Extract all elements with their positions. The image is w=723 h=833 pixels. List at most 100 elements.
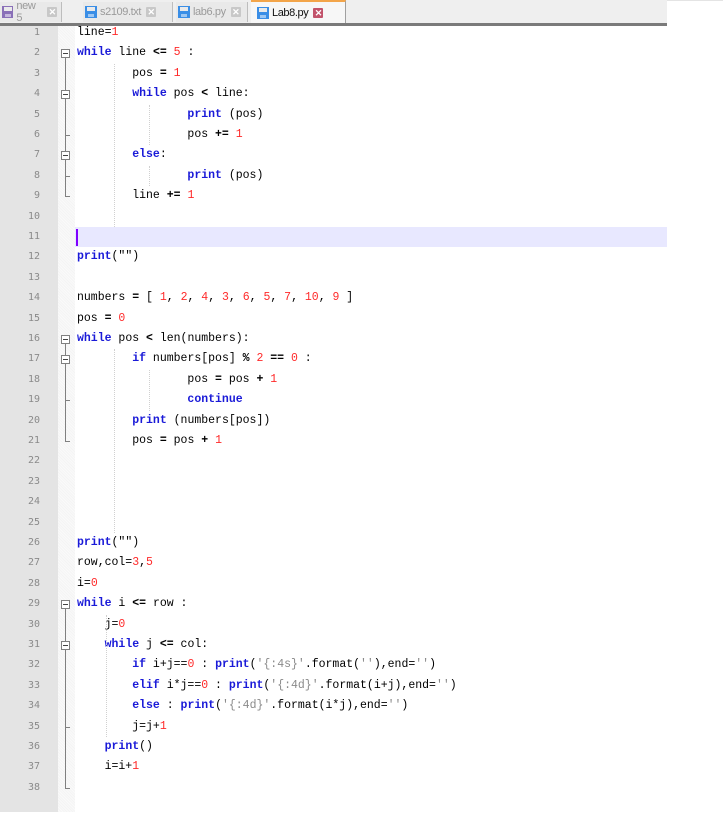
code-line[interactable]: 18 pos = pos + 1 <box>0 370 667 390</box>
operator-token: <= <box>152 46 167 60</box>
line-number: 28 <box>27 577 40 589</box>
line-number: 8 <box>33 169 40 181</box>
code-line[interactable]: 36 print() <box>0 737 667 757</box>
code-text: i+j== <box>146 658 188 672</box>
code-line[interactable]: 23 <box>0 472 667 492</box>
string-token: '' <box>360 658 374 672</box>
tab-lab6-py[interactable]: lab6.py ✕ <box>176 2 248 22</box>
fold-toggle-icon[interactable] <box>61 151 70 161</box>
number-token: 0 <box>118 311 126 325</box>
line-number: 37 <box>27 761 40 773</box>
line-number: 6 <box>33 129 40 140</box>
code-line[interactable]: 2 while line <= 5 : <box>0 43 667 63</box>
code-line[interactable]: 6 pos += 1 <box>0 125 667 145</box>
code-line[interactable]: 33 elif i*j==0 : print('{:4d}'.format(i+… <box>0 676 667 696</box>
number-token: 1 <box>132 760 140 774</box>
code-text: i=i+1 <box>77 757 140 777</box>
fold-toggle-icon[interactable] <box>61 90 70 100</box>
string-token: '{:4d}' <box>270 678 319 692</box>
code-line[interactable]: 14 numbers = [ 1, 2, 4, 3, 6, 5, 7, 10, 9… <box>0 288 667 308</box>
line-number: 9 <box>33 190 40 202</box>
indent-guide <box>106 614 107 737</box>
code-line[interactable]: 24 <box>0 492 667 512</box>
code-line[interactable]: 19 continue <box>0 390 667 410</box>
fold-toggle-icon[interactable] <box>61 600 70 610</box>
number-token: 6 <box>242 291 250 305</box>
operator-token: += <box>215 128 229 141</box>
code-line[interactable]: 35 j=j+1 <box>0 717 667 737</box>
code-line[interactable]: 13 <box>0 268 667 288</box>
code-line[interactable]: 25 <box>0 513 667 533</box>
code-text: .format( <box>304 658 361 672</box>
code-text: j=0 <box>77 615 126 635</box>
number-token: 3 <box>222 291 229 305</box>
code-line[interactable]: 1 line=1 <box>0 23 667 43</box>
fold-end-tick <box>65 787 70 789</box>
code-line[interactable]: 3 pos = 1 <box>0 64 667 84</box>
code-line[interactable]: 20 print (numbers[pos]) <box>0 411 667 431</box>
code-line[interactable]: 30 j=0 <box>0 615 667 635</box>
code-text: line=1 <box>77 23 118 43</box>
close-tab-icon[interactable]: ✕ <box>146 7 157 17</box>
line-number: 14 <box>27 292 40 304</box>
code-text: ("") <box>111 536 140 549</box>
code-line[interactable]: 15 pos = 0 <box>0 309 667 329</box>
fold-toggle-icon[interactable] <box>61 641 70 650</box>
fold-end-tick <box>65 196 70 198</box>
keyword-token: print <box>228 678 264 692</box>
line-number: 21 <box>27 435 40 446</box>
floppy-disk-icon <box>2 6 14 18</box>
close-tab-icon[interactable]: ✕ <box>313 7 324 18</box>
code-text: else: <box>77 145 167 165</box>
close-tab-icon[interactable]: ✕ <box>47 7 57 17</box>
keyword-token: print <box>77 536 112 549</box>
code-line[interactable]: 22 <box>0 451 667 471</box>
number-token: 5 <box>146 556 153 570</box>
tab-s2109-txt[interactable]: s2109.txt ✕ <box>83 2 173 22</box>
code-text: elif i*j==0 : print('{:4d}'.format(i+j),… <box>77 676 456 696</box>
code-line[interactable]: 4 while pos < line: <box>0 84 667 104</box>
code-line[interactable]: 32 if i+j==0 : print('{:4s}'.format(''),… <box>0 655 667 675</box>
code-line[interactable]: 38 <box>0 778 667 798</box>
code-text: pos <box>77 434 160 447</box>
code-line[interactable]: 10 <box>0 207 667 227</box>
line-number: 24 <box>27 496 40 508</box>
fold-toggle-icon[interactable] <box>61 355 70 365</box>
operator-token: % <box>242 352 250 366</box>
code-line[interactable]: 12 print("") <box>0 247 667 267</box>
code-line[interactable]: 28 i=0 <box>0 574 667 594</box>
number-token: 1 <box>173 66 181 80</box>
indent-guide <box>114 349 115 533</box>
number-token: 0 <box>90 576 98 590</box>
code-line[interactable]: 5 print (pos) <box>0 105 667 125</box>
code-text: row,col= <box>77 556 133 570</box>
tab-new-5[interactable]: new 5 ✕ <box>0 0 62 24</box>
code-line[interactable]: 31 while j <= col: <box>0 635 667 655</box>
indent-guide <box>149 104 150 146</box>
code-line[interactable]: 16 while pos < len(numbers): <box>0 329 667 349</box>
tab-lab8-py[interactable]: Lab8.py ✕ <box>251 0 346 23</box>
code-line[interactable]: 8 print (pos) <box>0 166 667 186</box>
code-line[interactable]: 9 line += 1 <box>0 186 667 206</box>
code-line[interactable]: 27 row,col=3,5 <box>0 553 667 573</box>
code-line[interactable]: 29 while i <= row : <box>0 594 667 614</box>
string-token: '' <box>387 699 402 713</box>
code-line[interactable]: 21 pos = pos + 1 <box>0 431 667 451</box>
code-line[interactable]: 34 else : print('{:4d}'.format(i*j),end=… <box>0 696 667 716</box>
code-text: .format(i*j),end= <box>270 699 388 713</box>
code-text: pos <box>221 372 257 386</box>
code-line[interactable]: 37 i=i+1 <box>0 757 667 777</box>
code-line[interactable]: 17 if numbers[pos] % 2 == 0 : <box>0 349 667 369</box>
code-line[interactable]: 7 else: <box>0 145 667 165</box>
code-line[interactable]: 26 print("") <box>0 533 667 553</box>
close-tab-icon[interactable]: ✕ <box>230 7 241 17</box>
fold-toggle-icon[interactable] <box>61 49 70 59</box>
fold-toggle-icon[interactable] <box>61 335 70 344</box>
